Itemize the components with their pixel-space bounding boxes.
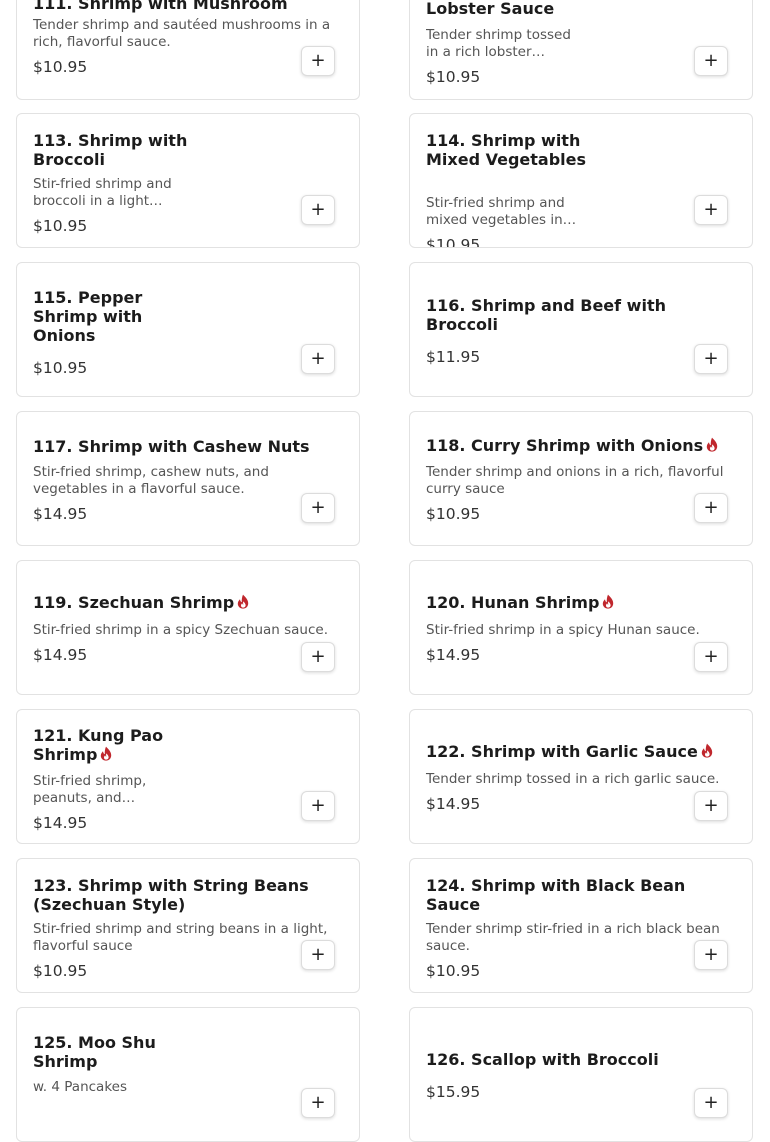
add-to-cart-button[interactable]: + bbox=[694, 642, 728, 672]
item-price: $10.95 bbox=[426, 68, 481, 86]
item-price: $11.95 bbox=[426, 348, 481, 366]
item-title: 115. Pepper Shrimp with Onions bbox=[33, 288, 163, 345]
item-title-text: 117. Shrimp with Cashew Nuts bbox=[33, 437, 310, 456]
add-to-cart-button[interactable]: + bbox=[694, 46, 728, 76]
item-title-text: 118. Curry Shrimp with Onions bbox=[426, 436, 704, 455]
menu-item-card[interactable]: 125. Moo Shu Shrimp w. 4 Pancakes + bbox=[16, 1007, 360, 1142]
add-to-cart-button[interactable]: + bbox=[301, 493, 335, 523]
menu-item-card[interactable]: Lobster Sauce Tender shrimp tossed in a … bbox=[409, 0, 753, 100]
item-price: $14.95 bbox=[426, 795, 481, 813]
add-to-cart-button[interactable]: + bbox=[694, 940, 728, 970]
menu-item-card[interactable]: 122. Shrimp with Garlic Sauce Tender shr… bbox=[409, 709, 753, 844]
chili-pepper-icon bbox=[602, 594, 614, 609]
item-price: $10.95 bbox=[426, 505, 481, 523]
menu-item-card[interactable]: 113. Shrimp with Broccoli Stir-fried shr… bbox=[16, 113, 360, 248]
add-to-cart-button[interactable]: + bbox=[301, 1088, 335, 1118]
item-title-text: 119. Szechuan Shrimp bbox=[33, 593, 235, 612]
item-title-text: 116. Shrimp and Beef with Broccoli bbox=[426, 296, 666, 334]
item-price: $14.95 bbox=[33, 814, 88, 832]
add-to-cart-button[interactable]: + bbox=[301, 940, 335, 970]
item-description: Stir-fried shrimp and mixed vegetables i… bbox=[426, 195, 577, 228]
item-title: 123. Shrimp with String Beans (Szechuan … bbox=[33, 876, 333, 914]
menu-item-card[interactable]: 124. Shrimp with Black Bean Sauce Tender… bbox=[409, 858, 753, 993]
menu-item-card[interactable]: 114. Shrimp with Mixed Vegetables Stir-f… bbox=[409, 113, 753, 248]
item-title-text: 115. Pepper Shrimp with Onions bbox=[33, 288, 143, 345]
item-title-text: Lobster Sauce bbox=[426, 0, 555, 18]
item-title: 111. Shrimp with Mushroom bbox=[33, 0, 333, 13]
item-description: Stir-fried shrimp, peanuts, and… bbox=[33, 773, 147, 806]
item-price: $15.95 bbox=[426, 1083, 481, 1101]
add-to-cart-button[interactable]: + bbox=[301, 344, 335, 374]
add-to-cart-button[interactable]: + bbox=[301, 195, 335, 225]
chili-pepper-icon bbox=[237, 594, 249, 609]
item-price: $10.95 bbox=[33, 217, 88, 235]
item-price: $10.95 bbox=[426, 236, 481, 248]
item-title: 117. Shrimp with Cashew Nuts bbox=[33, 437, 343, 456]
item-description: w. 4 Pancakes bbox=[33, 1079, 127, 1095]
item-title-text: 125. Moo Shu Shrimp bbox=[33, 1033, 156, 1071]
item-title-text: 111. Shrimp with Mushroom bbox=[33, 0, 288, 13]
item-title: 124. Shrimp with Black Bean Sauce bbox=[426, 876, 726, 914]
menu-item-card[interactable]: 111. Shrimp with Mushroom Tender shrimp … bbox=[16, 0, 360, 100]
item-title-text: 113. Shrimp with Broccoli bbox=[33, 131, 188, 169]
add-to-cart-button[interactable]: + bbox=[301, 791, 335, 821]
item-title: 121. Kung Pao Shrimp bbox=[33, 726, 183, 764]
add-to-cart-button[interactable]: + bbox=[694, 344, 728, 374]
add-to-cart-button[interactable]: + bbox=[694, 195, 728, 225]
item-title-text: 123. Shrimp with String Beans (Szechuan … bbox=[33, 876, 309, 914]
add-to-cart-button[interactable]: + bbox=[301, 46, 335, 76]
item-title: 116. Shrimp and Beef with Broccoli bbox=[426, 296, 726, 334]
item-description: Stir-fried shrimp in a spicy Hunan sauce… bbox=[426, 622, 700, 638]
item-title-text: 124. Shrimp with Black Bean Sauce bbox=[426, 876, 686, 914]
item-title-text: 126. Scallop with Broccoli bbox=[426, 1050, 659, 1069]
item-description: Tender shrimp tossed in a rich garlic sa… bbox=[426, 771, 720, 787]
item-title: 114. Shrimp with Mixed Vegetables bbox=[426, 131, 591, 169]
item-description: Tender shrimp stir-fried in a rich black… bbox=[426, 921, 720, 954]
item-title: 122. Shrimp with Garlic Sauce bbox=[426, 742, 746, 761]
item-price: $10.95 bbox=[33, 962, 88, 980]
menu-item-card[interactable]: 118. Curry Shrimp with Onions Tender shr… bbox=[409, 411, 753, 546]
menu-item-card[interactable]: 126. Scallop with Broccoli $15.95 + bbox=[409, 1007, 753, 1142]
item-price: $14.95 bbox=[426, 646, 481, 664]
item-title-text: 114. Shrimp with Mixed Vegetables bbox=[426, 131, 587, 169]
item-price: $10.95 bbox=[33, 58, 88, 76]
chili-pepper-icon bbox=[701, 743, 713, 758]
item-price: $14.95 bbox=[33, 646, 88, 664]
add-to-cart-button[interactable]: + bbox=[694, 493, 728, 523]
item-price: $14.95 bbox=[33, 505, 88, 523]
menu-item-card[interactable]: 115. Pepper Shrimp with Onions $10.95 + bbox=[16, 262, 360, 397]
item-description: Stir-fried shrimp, cashew nuts, and vege… bbox=[33, 464, 269, 497]
item-description: Stir-fried shrimp and broccoli in a ligh… bbox=[33, 176, 172, 209]
chili-pepper-icon bbox=[100, 746, 112, 761]
add-to-cart-button[interactable]: + bbox=[301, 642, 335, 672]
item-description: Stir-fried shrimp in a spicy Szechuan sa… bbox=[33, 622, 329, 638]
item-price: $10.95 bbox=[426, 962, 481, 980]
item-title: 126. Scallop with Broccoli bbox=[426, 1050, 746, 1069]
add-to-cart-button[interactable]: + bbox=[694, 1088, 728, 1118]
item-title: 120. Hunan Shrimp bbox=[426, 593, 736, 612]
menu-item-card[interactable]: 117. Shrimp with Cashew Nuts Stir-fried … bbox=[16, 411, 360, 546]
item-title-text: 122. Shrimp with Garlic Sauce bbox=[426, 742, 698, 761]
item-title: 118. Curry Shrimp with Onions bbox=[426, 436, 746, 455]
item-description: Stir-fried shrimp and string beans in a … bbox=[33, 921, 328, 954]
item-title: 119. Szechuan Shrimp bbox=[33, 593, 343, 612]
item-title: 113. Shrimp with Broccoli bbox=[33, 131, 203, 169]
item-description: Tender shrimp and sautéed mushrooms in a… bbox=[33, 17, 331, 50]
menu-item-card[interactable]: 120. Hunan Shrimp Stir-fried shrimp in a… bbox=[409, 560, 753, 695]
add-to-cart-button[interactable]: + bbox=[694, 791, 728, 821]
item-description: Tender shrimp tossed in a rich lobster… bbox=[426, 27, 571, 60]
item-price: $10.95 bbox=[33, 359, 88, 377]
item-title: 125. Moo Shu Shrimp bbox=[33, 1033, 173, 1071]
menu-item-card[interactable]: 116. Shrimp and Beef with Broccoli $11.9… bbox=[409, 262, 753, 397]
chili-pepper-icon bbox=[706, 437, 718, 452]
item-title: Lobster Sauce bbox=[426, 0, 596, 18]
menu-item-card[interactable]: 121. Kung Pao Shrimp Stir-fried shrimp, … bbox=[16, 709, 360, 844]
menu-item-card[interactable]: 119. Szechuan Shrimp Stir-fried shrimp i… bbox=[16, 560, 360, 695]
item-title-text: 121. Kung Pao Shrimp bbox=[33, 726, 164, 764]
menu-item-card[interactable]: 123. Shrimp with String Beans (Szechuan … bbox=[16, 858, 360, 993]
item-title-text: 120. Hunan Shrimp bbox=[426, 593, 600, 612]
